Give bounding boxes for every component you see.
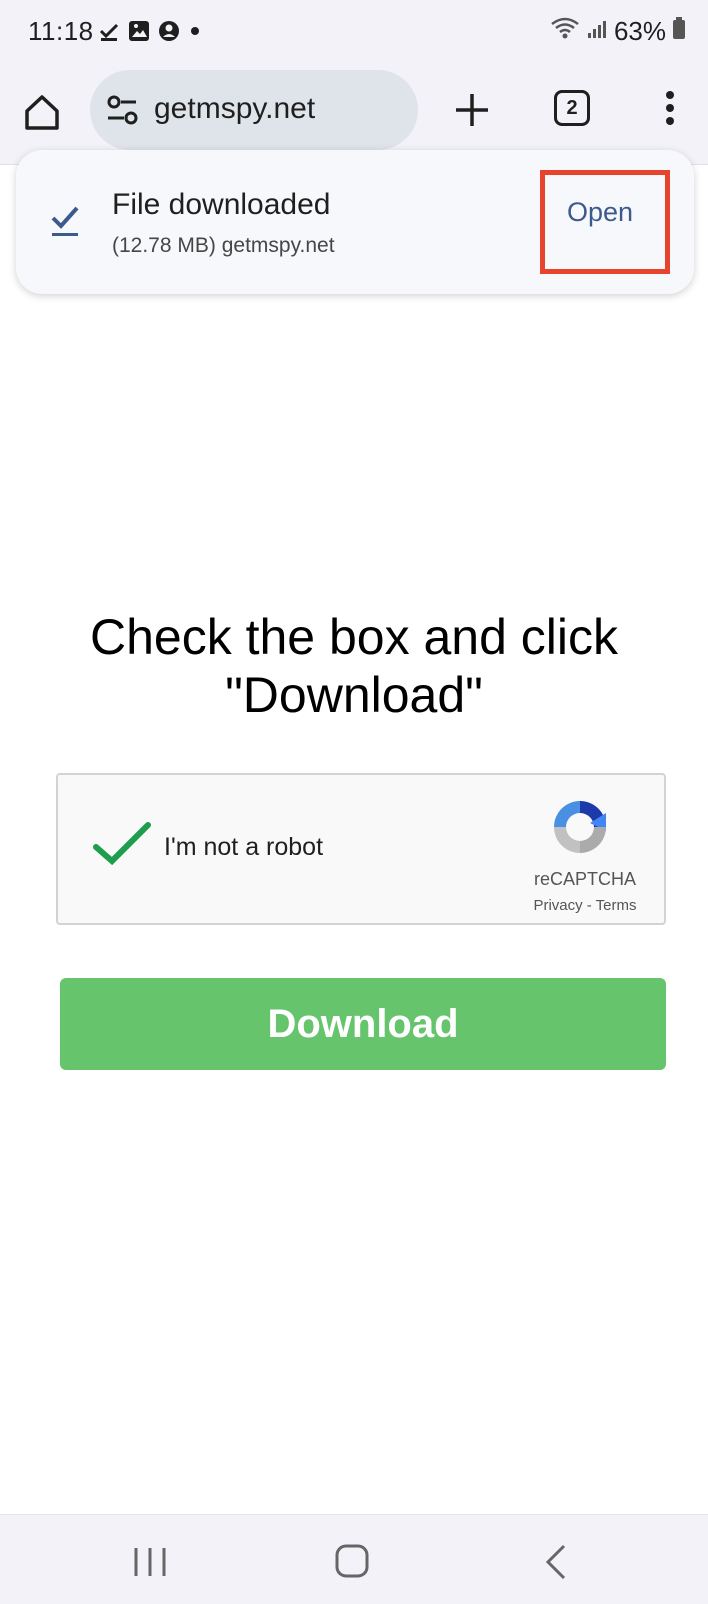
headline-line-1: Check the box and click (89, 609, 619, 665)
headline-line-2: "Download" (225, 667, 483, 723)
page-headline: Check the box and click "Download" (0, 608, 708, 724)
status-bar: 11:18 63% (0, 0, 708, 66)
plus-icon (456, 94, 488, 126)
more-notifications-dot-icon (188, 20, 202, 47)
home-button[interactable] (18, 88, 66, 136)
recent-apps-icon[interactable] (130, 1545, 170, 1579)
open-file-button[interactable]: Open (542, 184, 658, 240)
new-tab-button[interactable] (448, 86, 496, 134)
notification-icons (98, 20, 202, 47)
recaptcha-privacy-terms-links[interactable]: Privacy - Terms (502, 897, 668, 914)
overflow-menu-button[interactable] (648, 84, 692, 132)
download-details: (12.78 MB) getmspy.net (112, 234, 335, 257)
more-vert-icon (666, 91, 674, 125)
download-complete-icon (51, 206, 79, 236)
back-nav-icon[interactable] (544, 1543, 568, 1581)
account-icon (158, 20, 180, 47)
url-text: getmspy.net (154, 92, 316, 125)
download-button[interactable]: Download (60, 978, 666, 1070)
battery-percent: 63% (613, 16, 666, 46)
download-done-icon (98, 20, 120, 47)
system-status: 63% (550, 16, 686, 47)
captcha-label: I'm not a robot (164, 833, 324, 861)
home-icon (25, 95, 59, 130)
gallery-icon (128, 20, 150, 47)
download-notification: File downloaded (12.78 MB) getmspy.net O… (16, 150, 694, 294)
tab-switcher-button[interactable]: 2 (554, 90, 590, 126)
android-screen: 11:18 63% getmspy.net 2 File downloaded … (0, 0, 708, 1604)
status-time: 11:18 (28, 16, 94, 46)
download-title: File downloaded (112, 188, 331, 221)
address-bar[interactable]: getmspy.net (90, 70, 418, 150)
system-navigation-bar (0, 1514, 708, 1604)
signal-icon (586, 16, 608, 47)
recaptcha-logo-icon (554, 801, 606, 853)
home-nav-icon[interactable] (334, 1543, 370, 1579)
wifi-icon (550, 16, 580, 47)
site-settings-icon (107, 95, 138, 125)
battery-icon (672, 16, 686, 47)
recaptcha-widget: I'm not a robot reCAPTCHA Privacy - Term… (56, 773, 666, 925)
recaptcha-brand: reCAPTCHA (533, 869, 636, 889)
captcha-checkmark-icon[interactable] (92, 821, 152, 869)
